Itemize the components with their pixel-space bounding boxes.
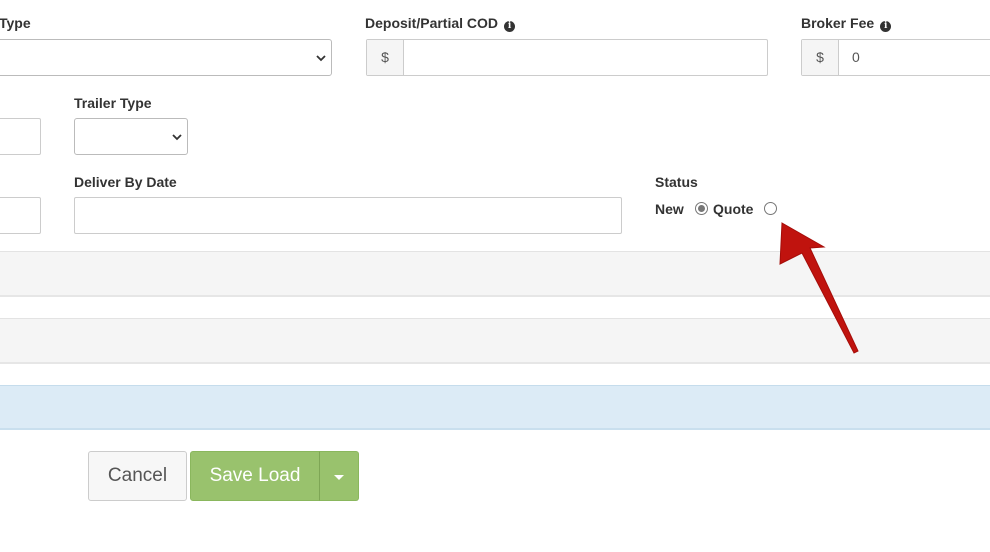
- deposit-label-text: Deposit/Partial COD: [365, 15, 499, 31]
- chevron-down-icon: [172, 133, 182, 140]
- status-radio-quote[interactable]: [764, 202, 777, 215]
- currency-addon: $: [367, 40, 404, 75]
- cancel-button[interactable]: Cancel: [88, 451, 187, 501]
- broker-fee-input-value: 0: [852, 49, 860, 65]
- partial-input-left-2[interactable]: [0, 197, 41, 234]
- caret-down-icon: [334, 475, 344, 480]
- type-label-text: Type: [0, 15, 31, 31]
- status-option-quote-label: Quote: [713, 201, 754, 217]
- deliver-by-label: Deliver By Date: [74, 174, 177, 190]
- status-option-new-label: New: [655, 201, 684, 217]
- status-radio-group: New Quote: [655, 200, 795, 220]
- deposit-label: Deposit/Partial COD i: [365, 15, 516, 32]
- broker-fee-label: Broker Fee i: [801, 15, 892, 32]
- broker-fee-input[interactable]: $ 0: [801, 39, 990, 76]
- status-radio-new[interactable]: [695, 202, 708, 215]
- info-icon[interactable]: i: [880, 21, 892, 32]
- type-select[interactable]: [0, 39, 332, 76]
- type-label: Type: [0, 15, 31, 31]
- broker-fee-label-text: Broker Fee: [801, 15, 875, 31]
- annotation-arrow-icon: [779, 222, 859, 354]
- status-label: Status: [655, 174, 698, 190]
- deliver-by-input[interactable]: [74, 197, 622, 234]
- deposit-input[interactable]: $: [366, 39, 768, 76]
- currency-addon: $: [802, 40, 839, 75]
- save-options-dropdown[interactable]: [319, 451, 359, 501]
- trailer-type-label: Trailer Type: [74, 95, 152, 111]
- trailer-type-select[interactable]: [74, 118, 188, 155]
- info-section[interactable]: [0, 385, 990, 430]
- partial-input-left[interactable]: [0, 118, 41, 155]
- save-load-button[interactable]: Save Load: [190, 451, 320, 501]
- info-icon[interactable]: i: [504, 21, 516, 32]
- chevron-down-icon: [316, 54, 326, 61]
